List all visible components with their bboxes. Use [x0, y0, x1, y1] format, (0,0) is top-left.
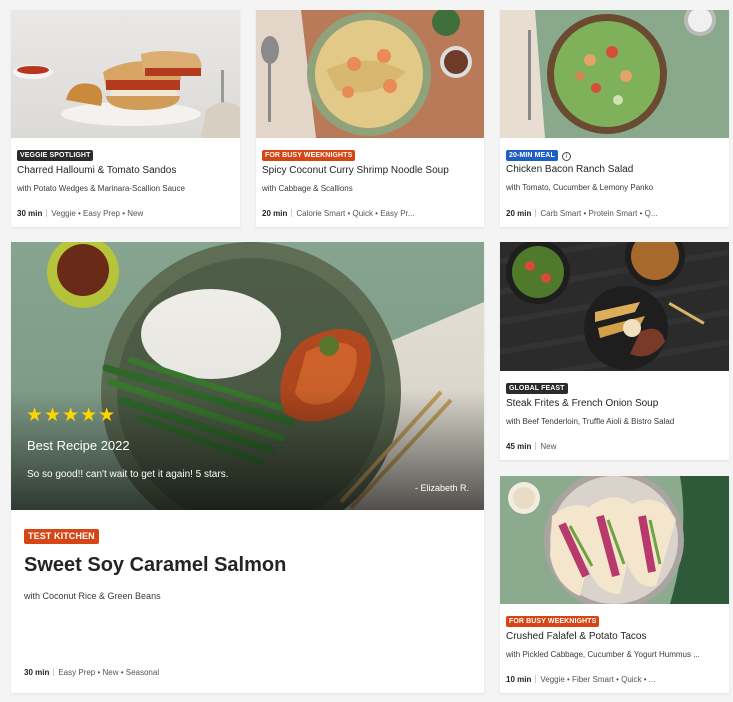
card-badge: FOR BUSY WEEKNIGHTS: [506, 616, 600, 627]
divider: [46, 209, 48, 217]
card-subtitle: with Tomato, Cucumber & Lemony Panko: [506, 183, 654, 192]
card-badge: VEGGIE SPOTLIGHT: [17, 150, 94, 161]
cook-time: 30 min: [24, 668, 50, 677]
card-meta: 20 min Carb Smart • Protein Smart • Q...: [506, 209, 723, 218]
card-badge: FOR BUSY WEEKNIGHTS: [262, 150, 356, 161]
cook-time: 20 min: [262, 209, 288, 218]
card-subtitle: with Coconut Rice & Green Beans: [24, 591, 161, 601]
cook-time: 45 min: [506, 442, 532, 451]
recipe-image[interactable]: [11, 10, 240, 138]
card-subtitle: with Pickled Cabbage, Cucumber & Yogurt …: [506, 650, 700, 659]
divider: [53, 668, 55, 676]
card-meta: 10 min Veggie • Fiber Smart • Quick • ...: [506, 675, 723, 684]
recipe-card-chicken-salad[interactable]: 20-MIN MEAL i Chicken Bacon Ranch Salad w…: [500, 10, 729, 227]
review-text: So so good!! can't wait to get it again!…: [27, 469, 229, 480]
card-subtitle: with Potato Wedges & Marinara-Scallion S…: [17, 184, 185, 193]
review-author: - Elizabeth R.: [414, 483, 469, 493]
card-subtitle: with Beef Tenderloin, Truffle Aioli & Bi…: [506, 417, 675, 426]
recipe-card-shrimp-soup[interactable]: FOR BUSY WEEKNIGHTS Spicy Coconut Curry …: [256, 10, 484, 227]
card-title[interactable]: Crushed Falafel & Potato Tacos: [506, 631, 723, 642]
recipe-image[interactable]: [500, 10, 729, 138]
card-title[interactable]: Charred Halloumi & Tomato Sandos: [17, 165, 234, 176]
card-meta: 45 min New: [506, 442, 723, 451]
card-badge: TEST KITCHEN: [24, 529, 99, 544]
recipe-card-falafel-tacos[interactable]: FOR BUSY WEEKNIGHTS Crushed Falafel & Po…: [500, 476, 729, 693]
card-meta: 20 min Calorie Smart • Quick • Easy Pr...: [262, 209, 478, 218]
info-icon[interactable]: i: [561, 152, 571, 161]
card-badge: 20-MIN MEAL: [506, 150, 558, 161]
card-title[interactable]: Chicken Bacon Ranch Salad: [506, 164, 723, 175]
card-body: TEST KITCHEN Sweet Soy Caramel Salmon wi…: [11, 510, 484, 693]
review-title: Best Recipe 2022: [27, 438, 130, 453]
card-subtitle: with Cabbage & Scallions: [262, 184, 353, 193]
recipe-image[interactable]: [256, 10, 484, 138]
card-badge: GLOBAL FEAST: [506, 383, 568, 394]
recipe-image[interactable]: [500, 242, 729, 371]
divider: [291, 209, 293, 217]
featured-recipe-card-salmon[interactable]: ★★★★★ Best Recipe 2022 So so good!! can'…: [11, 242, 484, 693]
card-tags: Veggie • Fiber Smart • Quick • ...: [540, 675, 656, 684]
cook-time: 20 min: [506, 209, 532, 218]
card-meta: 30 min Easy Prep • New • Seasonal: [24, 668, 159, 677]
card-tags: Calorie Smart • Quick • Easy Pr...: [296, 209, 415, 218]
recipe-image[interactable]: [500, 476, 729, 604]
cook-time: 10 min: [506, 675, 532, 684]
card-title[interactable]: Spicy Coconut Curry Shrimp Noodle Soup: [262, 165, 478, 176]
card-tags: Veggie • Easy Prep • New: [51, 209, 144, 218]
card-tags: New: [540, 442, 557, 451]
card-meta: 30 min Veggie • Easy Prep • New: [17, 209, 234, 218]
recipe-card-steak-frites[interactable]: GLOBAL FEAST Steak Frites & French Onion…: [500, 242, 729, 460]
card-title[interactable]: Sweet Soy Caramel Salmon: [24, 554, 471, 577]
card-tags: Carb Smart • Protein Smart • Q...: [540, 209, 658, 218]
cook-time: 30 min: [17, 209, 43, 218]
card-tags: Easy Prep • New • Seasonal: [58, 668, 160, 677]
divider: [535, 442, 537, 450]
divider: [535, 209, 537, 217]
card-title[interactable]: Steak Frites & French Onion Soup: [506, 398, 723, 409]
divider: [535, 675, 537, 683]
recipe-card-halloumi[interactable]: VEGGIE SPOTLIGHT Charred Halloumi & Toma…: [11, 10, 240, 227]
rating-stars-icon: ★★★★★: [26, 404, 117, 426]
